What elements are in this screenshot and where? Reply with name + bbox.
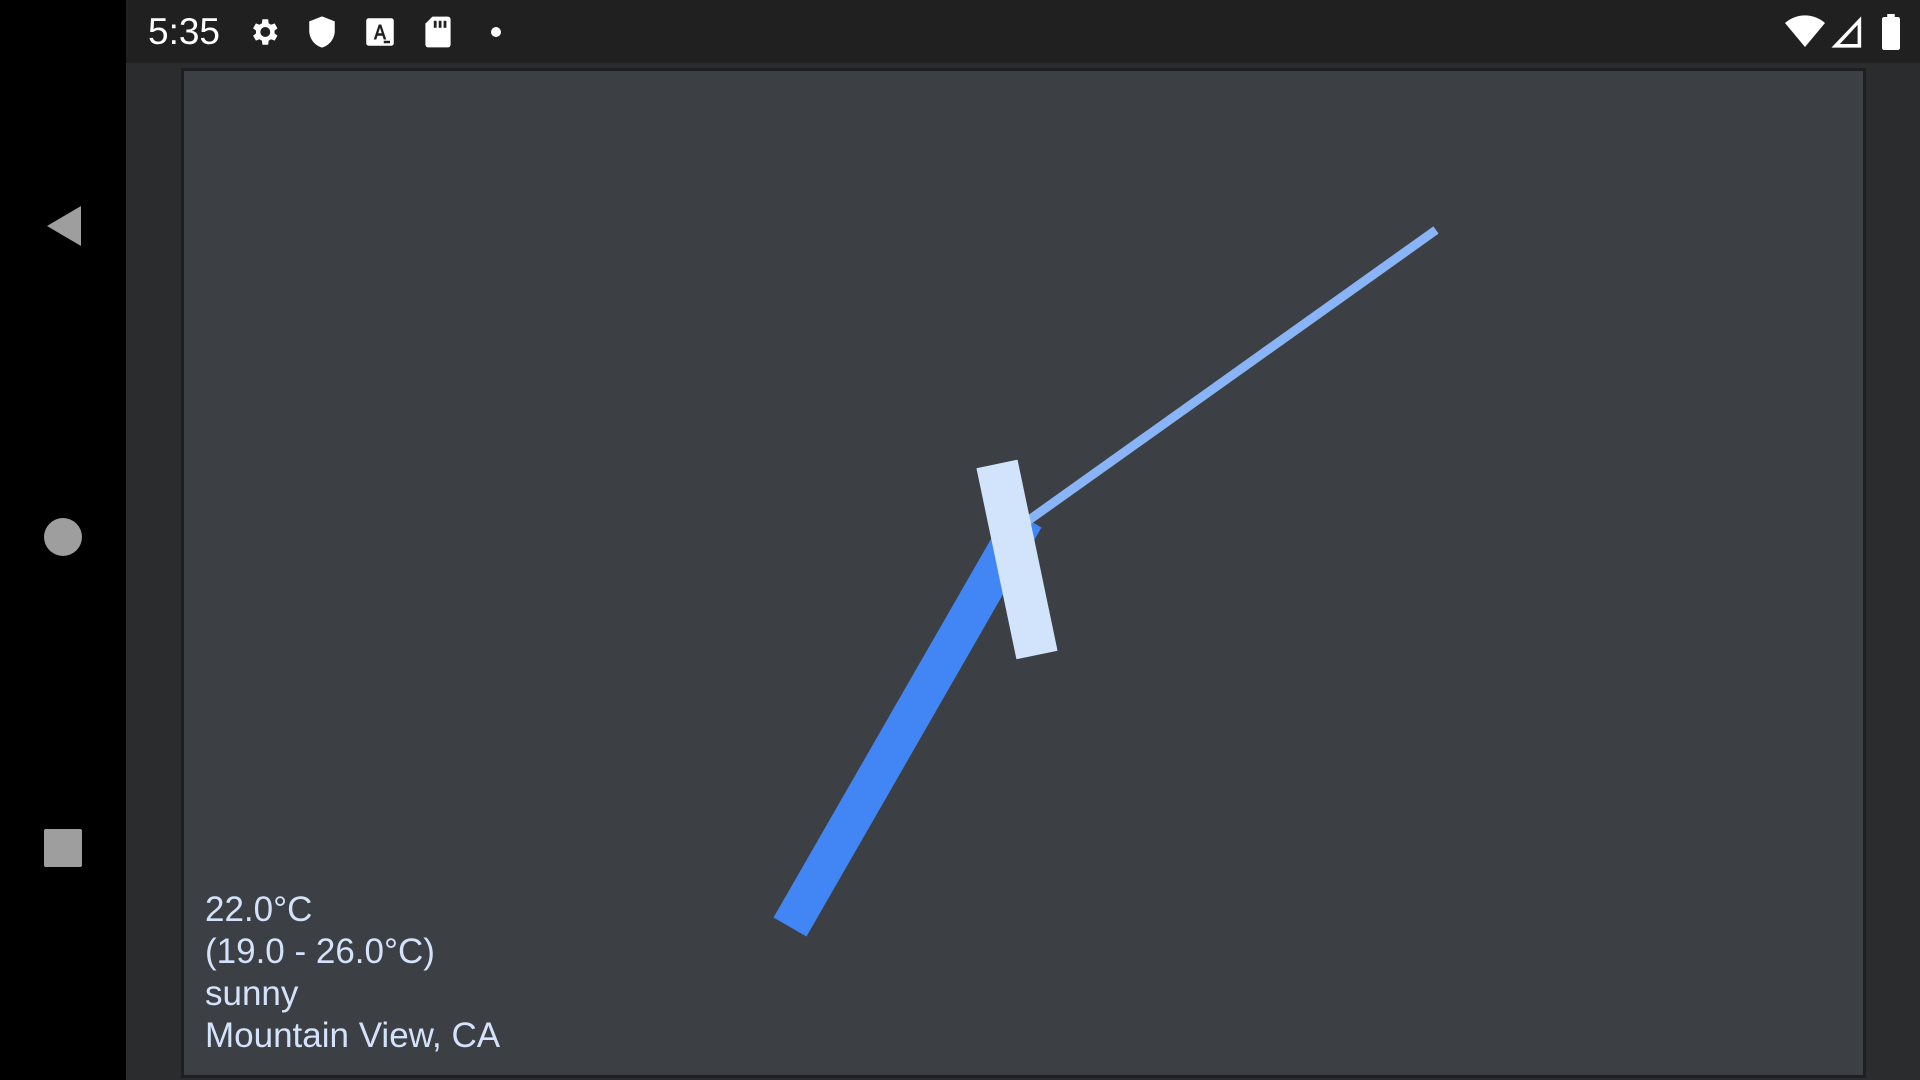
home-icon xyxy=(42,516,84,563)
back-button[interactable] xyxy=(18,183,108,273)
settings-icon xyxy=(246,14,282,50)
cell-signal-icon xyxy=(1829,14,1865,50)
wifi-icon xyxy=(1783,14,1827,50)
recents-button[interactable] xyxy=(18,805,108,895)
app-area: 22.0°C (19.0 - 26.0°C) sunny Mountain Vi… xyxy=(126,63,1920,1080)
recents-icon xyxy=(42,827,84,874)
home-button[interactable] xyxy=(18,494,108,584)
back-icon xyxy=(41,202,85,255)
battery-icon xyxy=(1873,14,1909,50)
shield-icon xyxy=(304,14,340,50)
weather-condition: sunny xyxy=(205,974,299,1013)
temperature-range: (19.0 - 26.0°C) xyxy=(205,932,435,971)
navigation-bar xyxy=(0,0,126,1080)
text-a-icon xyxy=(362,14,398,50)
weather-location: Mountain View, CA xyxy=(205,1016,501,1055)
weather-info: 22.0°C (19.0 - 26.0°C) sunny Mountain Vi… xyxy=(205,889,500,1057)
status-bar: 5:35 xyxy=(126,0,1920,63)
minute-hand xyxy=(976,459,1058,660)
dot-icon xyxy=(478,14,514,50)
status-time: 5:35 xyxy=(148,11,221,52)
current-temperature: 22.0°C xyxy=(205,890,313,929)
second-hand xyxy=(1012,226,1439,534)
hour-hand xyxy=(773,508,1042,937)
sd-card-icon xyxy=(420,14,456,50)
watch-face[interactable]: 22.0°C (19.0 - 26.0°C) sunny Mountain Vi… xyxy=(181,68,1866,1078)
